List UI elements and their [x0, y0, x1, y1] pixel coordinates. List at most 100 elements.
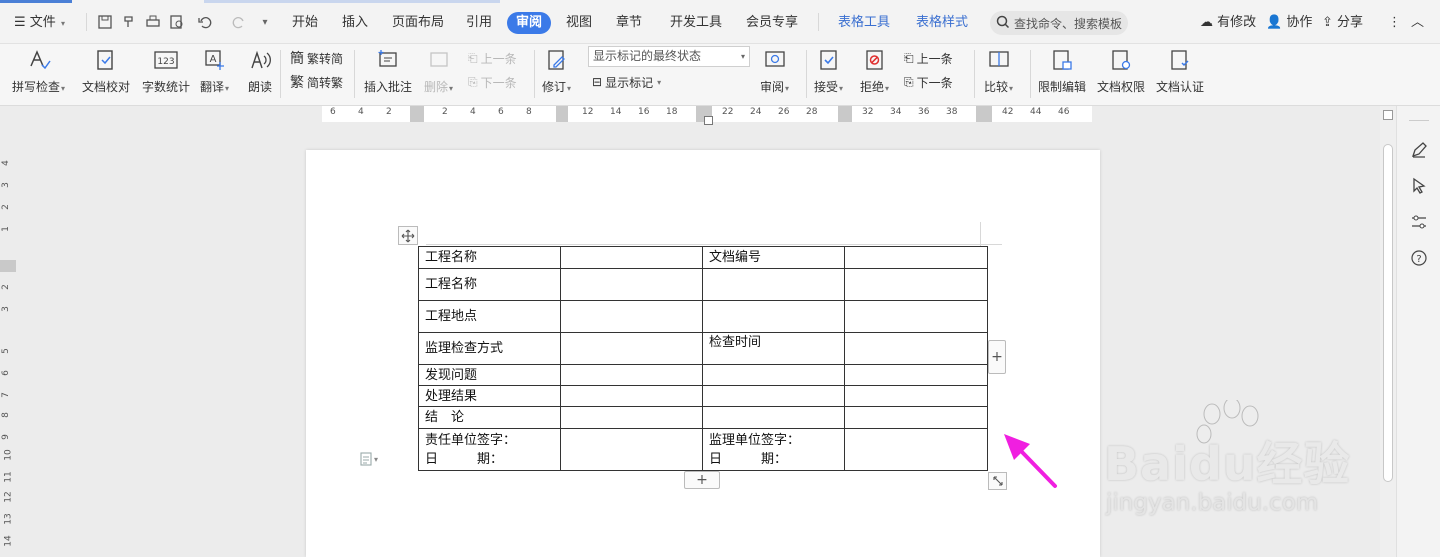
- table-cell[interactable]: [560, 428, 703, 471]
- file-menu[interactable]: ☰ 文件 ▾: [14, 13, 65, 33]
- table-move-handle[interactable]: [398, 226, 418, 245]
- table-cell[interactable]: [560, 246, 703, 269]
- table-cell[interactable]: [844, 332, 988, 365]
- insert-comment-button[interactable]: 插入批注: [364, 46, 412, 98]
- vertical-ruler[interactable]: 4 3 2 1 2 3 5 6 7 8 9 10 11 12 13 14: [0, 130, 16, 557]
- document-table[interactable]: 工程名称 文档编号 工程名称 工程地点 监理检查方式 检查时间 发现问题 处理结果结 论责任单…: [418, 246, 988, 471]
- read-aloud-button[interactable]: 朗读: [246, 46, 274, 98]
- markup-state-select[interactable]: 显示标记的最终状态 ▾: [588, 46, 750, 67]
- print-preview-icon[interactable]: [168, 13, 186, 31]
- table-cell[interactable]: 结 论: [418, 406, 561, 429]
- table-cell[interactable]: [844, 406, 988, 429]
- table-cell[interactable]: [702, 406, 845, 429]
- next-change-button[interactable]: ⎘ 下一条: [904, 72, 953, 92]
- customize-chevron-icon[interactable]: ▾: [256, 13, 274, 31]
- table-cell[interactable]: [560, 300, 703, 333]
- ruler-tick-label: 46: [1058, 107, 1070, 117]
- doc-permission-button[interactable]: 文档权限: [1097, 46, 1145, 98]
- show-markup-button[interactable]: ⊟ 显示标记 ▾: [592, 72, 661, 92]
- table-cell[interactable]: [844, 364, 988, 386]
- table-cell[interactable]: 监理单位签字： 日 期：: [702, 428, 845, 471]
- vertical-scrollbar[interactable]: [1380, 106, 1396, 557]
- table-cell[interactable]: 工程地点: [418, 300, 561, 333]
- divider: [534, 50, 535, 98]
- table-cell[interactable]: 发现问题: [418, 364, 561, 386]
- tab-start[interactable]: 开始: [292, 13, 318, 33]
- delete-comment-button[interactable]: 删除▾: [424, 46, 453, 98]
- table-cell[interactable]: [560, 332, 703, 365]
- table-cell[interactable]: [560, 268, 703, 301]
- accept-button[interactable]: 接受▾: [814, 46, 843, 98]
- tab-insert[interactable]: 插入: [342, 13, 368, 33]
- tab-review[interactable]: 审阅: [507, 12, 552, 34]
- table-cell[interactable]: 工程名称: [418, 246, 561, 269]
- tab-table-style[interactable]: 表格样式: [916, 13, 968, 33]
- table-cell[interactable]: [560, 385, 703, 407]
- scrollbar-thumb[interactable]: [1383, 144, 1393, 482]
- trad-to-simp-button[interactable]: 簡 繁转简: [290, 48, 343, 68]
- tab-view[interactable]: 视图: [566, 13, 592, 33]
- cursor-icon[interactable]: [1409, 176, 1429, 196]
- track-changes-button[interactable]: 修订▾: [542, 46, 571, 98]
- doc-proof-button[interactable]: 文档校对: [82, 46, 130, 98]
- format-painter-icon[interactable]: [120, 13, 138, 31]
- table-cell[interactable]: [844, 246, 988, 269]
- annotation-arrow: [1004, 434, 1057, 488]
- review-pane-button[interactable]: 审阅▾: [760, 46, 789, 98]
- table-cell[interactable]: 工程名称: [418, 268, 561, 301]
- collapse-ribbon-icon[interactable]: ︿: [1411, 13, 1424, 33]
- paragraph-layout-icon[interactable]: ▾: [360, 452, 388, 466]
- plus-icon: +: [991, 349, 1003, 365]
- table-cell[interactable]: 检查时间: [702, 332, 845, 365]
- collaborate-button[interactable]: 👤 协作: [1266, 13, 1312, 33]
- spell-check-button[interactable]: 拼写检查▾: [12, 46, 65, 98]
- table-cell[interactable]: [844, 385, 988, 407]
- table-cell[interactable]: 监理检查方式: [418, 332, 561, 365]
- ruler-indent-marker[interactable]: [704, 116, 713, 125]
- tab-developer[interactable]: 开发工具: [670, 13, 722, 33]
- simp-to-trad-button[interactable]: 繁 简转繁: [290, 72, 343, 92]
- word-count-button[interactable]: 123 字数统计: [142, 46, 190, 98]
- tab-member[interactable]: 会员专享: [746, 13, 798, 33]
- table-cell[interactable]: [844, 300, 988, 333]
- pen-icon[interactable]: [1409, 140, 1429, 160]
- horizontal-ruler[interactable]: 6 4 2 2 4 6 8 12 14 16 18 22 24 26 28 32 34 36 38 42 44 46: [0, 106, 1380, 125]
- add-row-button[interactable]: +: [684, 471, 720, 489]
- tab-references[interactable]: 引用: [466, 13, 492, 33]
- modified-status[interactable]: ☁ 有修改: [1200, 13, 1256, 33]
- table-cell[interactable]: [844, 268, 988, 301]
- restrict-edit-button[interactable]: 限制编辑: [1038, 46, 1086, 98]
- compare-button[interactable]: 比较▾: [984, 46, 1013, 98]
- share-button[interactable]: ⇪ 分享: [1322, 13, 1363, 33]
- tab-page-layout[interactable]: 页面布局: [392, 13, 444, 33]
- undo-icon[interactable]: [196, 13, 214, 31]
- table-cell[interactable]: [702, 385, 845, 407]
- save-icon[interactable]: [96, 13, 114, 31]
- reject-button[interactable]: 拒绝▾: [860, 46, 889, 98]
- table-cell[interactable]: 文档编号: [702, 246, 845, 269]
- prev-comment-button[interactable]: ⎗ 上一条: [468, 48, 517, 68]
- command-search[interactable]: 查找命令、搜索模板: [990, 11, 1128, 35]
- translate-button[interactable]: A 翻译▾: [200, 46, 229, 98]
- table-cell[interactable]: [702, 300, 845, 333]
- tab-chapter[interactable]: 章节: [616, 13, 642, 33]
- table-cell[interactable]: 处理结果: [418, 385, 561, 407]
- table-cell[interactable]: [702, 364, 845, 386]
- prev-change-button[interactable]: ⎗ 上一条: [904, 48, 953, 68]
- table-cell[interactable]: [844, 428, 988, 471]
- translate-icon: A: [201, 46, 229, 74]
- next-comment-button[interactable]: ⎘ 下一条: [468, 72, 517, 92]
- redo-icon[interactable]: [230, 13, 248, 31]
- doc-certify-button[interactable]: 文档认证: [1156, 46, 1204, 98]
- table-cell[interactable]: [702, 268, 845, 301]
- tab-table-tools[interactable]: 表格工具: [838, 13, 890, 33]
- more-icon[interactable]: ⋮: [1388, 13, 1401, 33]
- scroll-top-button[interactable]: [1383, 110, 1393, 120]
- help-icon[interactable]: ?: [1409, 248, 1429, 268]
- table-cell[interactable]: [560, 406, 703, 429]
- add-column-button[interactable]: +: [988, 340, 1006, 374]
- table-cell[interactable]: [560, 364, 703, 386]
- sliders-icon[interactable]: [1409, 212, 1429, 232]
- table-cell[interactable]: 责任单位签字： 日 期：: [418, 428, 561, 471]
- print-icon[interactable]: [144, 13, 162, 31]
